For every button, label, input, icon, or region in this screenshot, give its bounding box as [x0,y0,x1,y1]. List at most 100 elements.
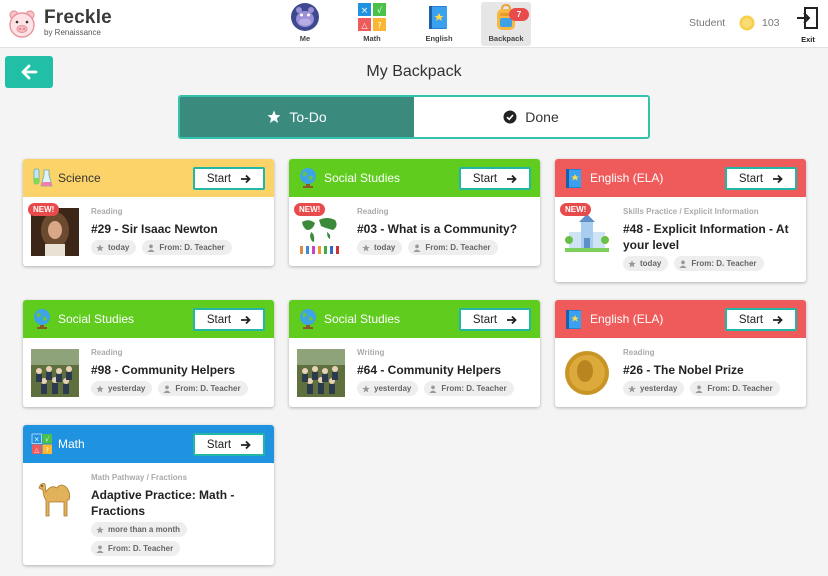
person-icon [695,385,703,393]
teacher-label: From: D. Teacher [175,384,241,393]
start-button[interactable]: Start [193,167,265,190]
flask-icon [33,168,53,187]
top-bar: Freckle by Renaissance Me × √ △ ? Math E… [0,0,828,48]
star-icon [362,243,370,251]
start-button[interactable]: Start [193,433,265,456]
assignment-card: Social Studies Start Writing #64 - Commu… [289,300,540,407]
nav-label: Backpack [488,34,524,43]
book-icon [566,310,581,329]
teacher-pill: From: D. Teacher [91,541,181,556]
start-button[interactable]: Start [725,308,797,331]
assignment-card: Science Start NEW! Reading #29 - Sir Isa… [23,159,274,266]
activity-type: Reading [91,348,123,357]
activity-type: Reading [623,348,655,357]
person-icon [679,260,687,268]
subject-label: English (ELA) [590,171,664,185]
assignment-card: English (ELA) Start NEW! Skills Practice… [555,159,806,282]
date-label: yesterday [640,384,678,393]
teacher-pill: From: D. Teacher [158,381,248,396]
teacher-label: From: D. Teacher [691,259,757,268]
subject-label: Social Studies [324,312,401,326]
svg-text:×: × [361,6,369,16]
start-button[interactable]: Start [725,167,797,190]
brand-name: Freckle [44,7,112,28]
teacher-label: From: D. Teacher [425,243,491,252]
teacher-pill: From: D. Teacher [408,240,498,255]
arrow-right-icon [773,174,783,183]
start-label: Start [206,313,232,326]
coin-count: 103 [762,17,780,29]
start-button[interactable]: Start [459,167,531,190]
star-icon [362,384,370,392]
tab-todo[interactable]: To-Do [180,97,414,137]
person-icon [413,244,421,252]
tab-done[interactable]: Done [414,97,648,137]
arrow-right-icon [241,315,251,324]
teacher-pill: From: D. Teacher [674,256,764,271]
svg-text:?: ? [46,447,49,454]
card-body: Reading #98 - Community Helpers yesterda… [23,338,274,407]
start-button[interactable]: Start [193,308,265,331]
community-helpers-photo-image [297,349,345,397]
date-pill: today [91,240,137,255]
card-body: NEW! Skills Practice / Explicit Informat… [555,197,806,281]
card-header-science: Science Start [23,159,274,197]
date-pill: yesterday [91,381,153,396]
community-helpers-photo-image [31,349,79,397]
start-label: Start [472,172,498,185]
card-header-social-studies: Social Studies Start [289,300,540,338]
math-icon: × √ △ ? [358,3,386,31]
activity-title: #29 - Sir Isaac Newton [91,222,218,236]
star-icon [96,525,104,533]
date-pill: today [357,240,403,255]
activity-title: #03 - What is a Community? [357,222,518,236]
svg-text:△: △ [361,21,368,30]
activity-title: #26 - The Nobel Prize [623,363,744,377]
teacher-pill: From: D. Teacher [142,240,232,255]
nav-label: Me [299,34,311,43]
nobel-medal-image [563,349,611,397]
book-icon [429,6,447,29]
new-badge: NEW! [28,203,60,216]
card-header-ela: English (ELA) Start [555,159,806,197]
assignment-card: × √ △ ? Math Start Math Pathway / Fracti… [23,425,274,565]
card-body: Reading #26 - The Nobel Prize yesterday … [555,338,806,407]
arrow-right-icon [241,440,251,449]
coin-icon [739,15,755,31]
date-pill: today [623,256,669,271]
teacher-pill: From: D. Teacher [424,381,514,396]
date-label: yesterday [108,384,146,393]
nav-math[interactable]: × √ △ ? Math [347,2,397,46]
date-label: more than a month [108,525,181,534]
star-icon [628,384,636,392]
nav-english[interactable]: English [414,2,464,46]
globe-icon [300,168,316,188]
new-badge: NEW! [560,203,592,216]
date-label: today [108,243,130,252]
start-label: Start [738,172,764,185]
nav-backpack[interactable]: 7 Backpack [481,2,531,46]
exit-button[interactable]: Exit [794,6,822,44]
svg-text:√: √ [377,6,383,15]
start-label: Start [738,313,764,326]
activity-title: #48 - Explicit Information - At your lev… [623,222,789,252]
person-icon [147,244,155,252]
date-label: yesterday [374,384,412,393]
card-body: NEW! Reading #29 - Sir Isaac Newton toda… [23,197,274,266]
globe-icon [300,309,316,329]
date-pill: yesterday [623,381,685,396]
teacher-label: From: D. Teacher [441,384,507,393]
start-button[interactable]: Start [459,308,531,331]
nav-me[interactable]: Me [280,2,330,46]
svg-text:?: ? [377,21,381,30]
book-icon [566,169,581,188]
svg-text:△: △ [34,447,39,454]
card-body: Writing #64 - Community Helpers yesterda… [289,338,540,407]
card-header-social-studies: Social Studies Start [23,300,274,338]
exit-door-icon [797,7,818,29]
teacher-label: From: D. Teacher [159,243,225,252]
check-circle-icon [503,110,517,124]
date-pill: more than a month [91,522,188,537]
start-label: Start [472,313,498,326]
star-icon [96,243,104,251]
